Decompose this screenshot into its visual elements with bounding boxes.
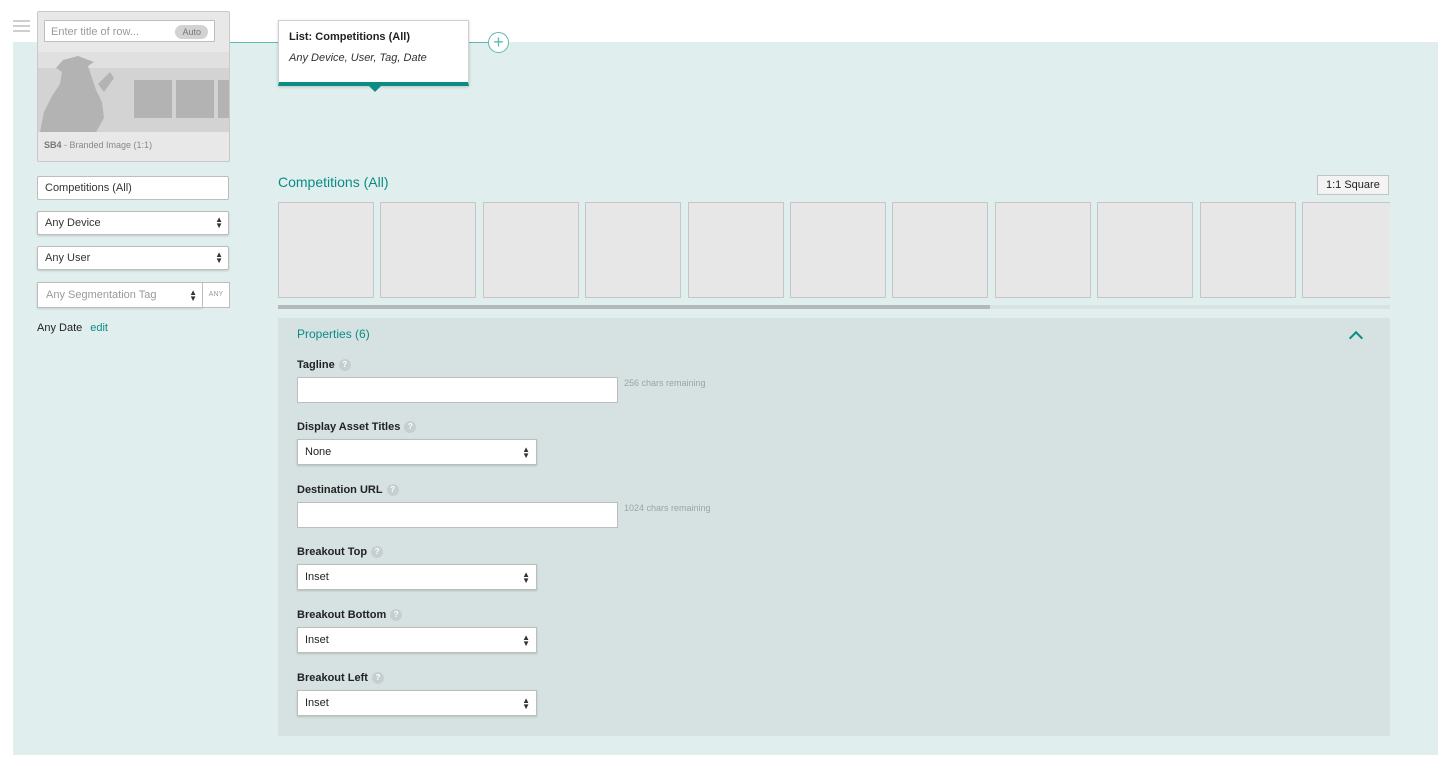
template-caption: SB4 - Branded Image (1:1) xyxy=(44,140,152,150)
help-icon[interactable]: ? xyxy=(371,546,384,559)
template-code: SB4 xyxy=(44,140,62,150)
tile-strip xyxy=(278,202,1390,298)
hamburger-icon[interactable] xyxy=(13,20,30,33)
asset-tile[interactable] xyxy=(585,202,682,298)
help-icon[interactable]: ? xyxy=(386,484,399,497)
tooltip-subtitle: Any Device, User, Tag, Date xyxy=(289,52,427,64)
destination-url-chars-remaining: 1024 chars remaining xyxy=(624,503,711,513)
device-value: Any Device xyxy=(45,217,101,229)
list-name-value: Competitions (All) xyxy=(45,182,132,194)
display-titles-select[interactable]: None ▲ ▼ xyxy=(297,439,537,465)
help-icon[interactable]: ? xyxy=(371,672,384,685)
tagline-chars-remaining: 256 chars remaining xyxy=(624,378,706,388)
template-preview-image xyxy=(38,52,229,132)
auto-button[interactable]: Auto xyxy=(175,25,208,39)
asset-tile[interactable] xyxy=(1097,202,1194,298)
template-name: - Branded Image (1:1) xyxy=(61,140,153,150)
updown-arrows-icon: ▲ ▼ xyxy=(215,215,223,230)
device-select[interactable]: Any Device ▲ ▼ xyxy=(37,211,229,235)
help-icon[interactable]: ? xyxy=(390,609,403,622)
asset-tile[interactable] xyxy=(278,202,374,298)
asset-tile[interactable] xyxy=(380,202,477,298)
destination-url-label-text: Destination URL xyxy=(297,484,383,496)
updown-arrows-icon: ▲ ▼ xyxy=(522,570,530,585)
breakout-bottom-select[interactable]: Inset ▲ ▼ xyxy=(297,627,537,653)
row-title: Competitions (All) xyxy=(278,174,389,190)
aspect-ratio-button[interactable]: 1:1 Square xyxy=(1317,175,1389,195)
tooltip-title: List: Competitions (All) xyxy=(289,31,410,43)
help-icon[interactable]: ? xyxy=(404,421,417,434)
display-titles-value: None xyxy=(305,446,332,458)
breakout-bottom-label-text: Breakout Bottom xyxy=(297,609,387,621)
segmentation-any-button[interactable]: ANY xyxy=(202,282,230,308)
asset-tile[interactable] xyxy=(482,202,579,298)
segmentation-placeholder: Any Segmentation Tag xyxy=(46,289,157,301)
tooltip-pointer xyxy=(368,85,382,92)
breakout-bottom-label: Breakout Bottom? xyxy=(297,609,403,622)
breakout-top-label-text: Breakout Top xyxy=(297,546,368,558)
destination-url-input[interactable] xyxy=(297,502,618,528)
list-tooltip: List: Competitions (All) Any Device, Use… xyxy=(278,20,469,86)
breakout-top-select[interactable]: Inset ▲ ▼ xyxy=(297,564,537,590)
row-card: Enter title of row... Auto SB4 - Branded… xyxy=(37,11,230,162)
breakout-left-label: Breakout Left? xyxy=(297,672,384,685)
tagline-label: Tagline? xyxy=(297,359,351,372)
tagline-label-text: Tagline xyxy=(297,359,335,371)
updown-arrows-icon: ▲ ▼ xyxy=(215,250,223,265)
date-label: Any Date xyxy=(37,322,83,334)
scrollbar-thumb[interactable] xyxy=(278,305,990,309)
segmentation-tag-select[interactable]: Any Segmentation Tag ▲ ▼ xyxy=(37,282,203,308)
properties-header[interactable]: Properties (6) xyxy=(297,327,370,341)
breakout-left-label-text: Breakout Left xyxy=(297,672,368,684)
updown-arrows-icon: ▲ ▼ xyxy=(522,445,530,460)
updown-arrows-icon: ▲ ▼ xyxy=(522,696,530,711)
user-value: Any User xyxy=(45,252,91,264)
date-filter: Any Date edit xyxy=(37,322,108,334)
breakout-left-select[interactable]: Inset ▲ ▼ xyxy=(297,690,537,716)
destination-url-label: Destination URL? xyxy=(297,484,399,497)
asset-tile[interactable] xyxy=(687,202,784,298)
row-title-placeholder: Enter title of row... xyxy=(51,26,140,38)
preview-tile xyxy=(134,80,172,118)
preview-tile xyxy=(176,80,214,118)
display-titles-label-text: Display Asset Titles xyxy=(297,421,401,433)
breakout-top-value: Inset xyxy=(305,571,329,583)
list-name-field[interactable]: Competitions (All) xyxy=(37,176,229,200)
date-edit-link[interactable]: edit xyxy=(90,322,108,334)
segmentation-control: Any Segmentation Tag ▲ ▼ ANY xyxy=(37,282,230,308)
display-titles-label: Display Asset Titles? xyxy=(297,421,417,434)
asset-tile[interactable] xyxy=(1199,202,1296,298)
updown-arrows-icon: ▲ ▼ xyxy=(189,288,197,303)
tagline-input[interactable] xyxy=(297,377,618,403)
asset-tile[interactable] xyxy=(1302,202,1390,298)
user-select[interactable]: Any User ▲ ▼ xyxy=(37,246,229,270)
asset-tile[interactable] xyxy=(994,202,1091,298)
breakout-bottom-value: Inset xyxy=(305,634,329,646)
breakout-left-value: Inset xyxy=(305,697,329,709)
add-row-button[interactable]: + xyxy=(488,32,509,53)
asset-tile[interactable] xyxy=(790,202,886,298)
help-icon[interactable]: ? xyxy=(338,359,351,372)
updown-arrows-icon: ▲ ▼ xyxy=(522,633,530,648)
silhouette-image xyxy=(40,56,114,132)
asset-tile[interactable] xyxy=(892,202,989,298)
row-title-input[interactable]: Enter title of row... Auto xyxy=(44,20,215,42)
preview-tile xyxy=(218,80,229,118)
breakout-top-label: Breakout Top? xyxy=(297,546,384,559)
